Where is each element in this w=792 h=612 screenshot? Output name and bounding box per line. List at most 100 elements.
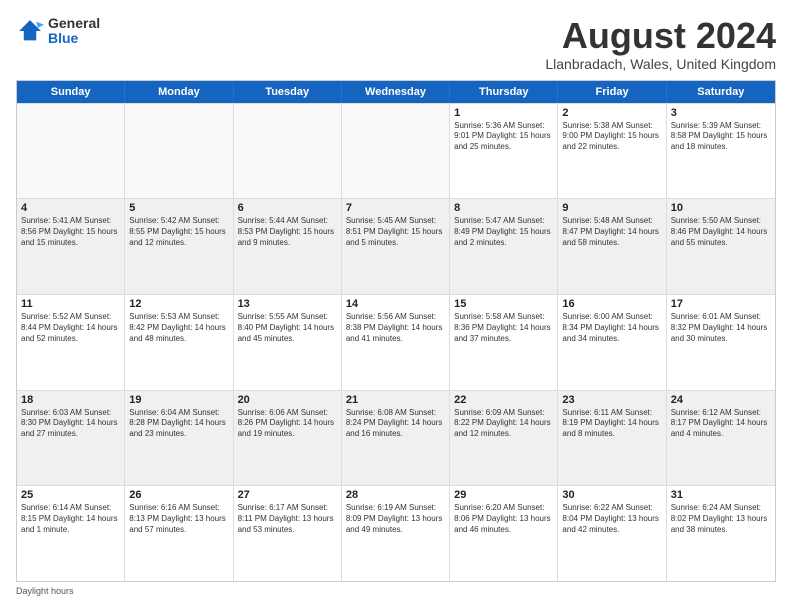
calendar-cell: 13 Sunrise: 5:55 AM Sunset: 8:40 PM Dayli… bbox=[234, 295, 342, 390]
day-number: 28 bbox=[346, 489, 445, 501]
calendar-cell: 5 Sunrise: 5:42 AM Sunset: 8:55 PM Daylig… bbox=[125, 199, 233, 294]
day-number: 12 bbox=[129, 298, 228, 310]
calendar-row: 25 Sunrise: 6:14 AM Sunset: 8:15 PM Dayli… bbox=[17, 485, 775, 581]
calendar-cell: 19 Sunrise: 6:04 AM Sunset: 8:28 PM Dayli… bbox=[125, 391, 233, 486]
calendar-cell: 23Sunrise: 6:11 AM Sunset: 8:19 PM Dayli… bbox=[558, 391, 666, 486]
day-number: 5 bbox=[129, 202, 228, 214]
calendar-cell: 2 Sunrise: 5:38 AM Sunset: 9:00 PM Daylig… bbox=[558, 104, 666, 199]
logo: General Blue bbox=[16, 16, 100, 47]
calendar-cell bbox=[17, 104, 125, 199]
logo-bird-icon bbox=[16, 17, 44, 45]
calendar-cell: 21 Sunrise: 6:08 AM Sunset: 8:24 PM Dayli… bbox=[342, 391, 450, 486]
day-number: 17 bbox=[671, 298, 771, 310]
calendar-cell: 17 Sunrise: 6:01 AM Sunset: 8:32 PM Dayli… bbox=[667, 295, 775, 390]
calendar-cell: 10 Sunrise: 5:50 AM Sunset: 8:46 PM Dayli… bbox=[667, 199, 775, 294]
calendar-cell: 29 Sunrise: 6:20 AM Sunset: 8:06 PM Dayli… bbox=[450, 486, 558, 581]
day-number: 16 bbox=[562, 298, 661, 310]
calendar-body: 1 Sunrise: 5:36 AM Sunset: 9:01 PM Daylig… bbox=[17, 103, 775, 581]
day-info: Sunrise: 6:22 AM Sunset: 8:04 PM Dayligh… bbox=[562, 503, 661, 535]
day-number: 13 bbox=[238, 298, 337, 310]
calendar-cell: 28Sunrise: 6:19 AM Sunset: 8:09 PM Dayli… bbox=[342, 486, 450, 581]
calendar-header-day: Saturday bbox=[667, 81, 775, 103]
day-number: 7 bbox=[346, 202, 445, 214]
calendar-header-day: Friday bbox=[558, 81, 666, 103]
day-number: 9 bbox=[562, 202, 661, 214]
day-info: Sunrise: 6:14 AM Sunset: 8:15 PM Dayligh… bbox=[21, 503, 120, 535]
logo-general: General bbox=[48, 16, 100, 31]
day-number: 25 bbox=[21, 489, 120, 501]
day-info: Sunrise: 5:52 AM Sunset: 8:44 PM Dayligh… bbox=[21, 312, 120, 344]
day-info: Sunrise: 6:04 AM Sunset: 8:28 PM Dayligh… bbox=[129, 408, 228, 440]
calendar-header-day: Sunday bbox=[17, 81, 125, 103]
calendar-cell: 9Sunrise: 5:48 AM Sunset: 8:47 PM Daylig… bbox=[558, 199, 666, 294]
day-number: 21 bbox=[346, 394, 445, 406]
calendar-header: SundayMondayTuesdayWednesdayThursdayFrid… bbox=[17, 81, 775, 103]
calendar-header-day: Monday bbox=[125, 81, 233, 103]
calendar: SundayMondayTuesdayWednesdayThursdayFrid… bbox=[16, 80, 776, 582]
day-info: Sunrise: 5:42 AM Sunset: 8:55 PM Dayligh… bbox=[129, 216, 228, 248]
day-number: 11 bbox=[21, 298, 120, 310]
day-info: Sunrise: 6:09 AM Sunset: 8:22 PM Dayligh… bbox=[454, 408, 553, 440]
day-info: Sunrise: 5:50 AM Sunset: 8:46 PM Dayligh… bbox=[671, 216, 771, 248]
calendar-row: 1 Sunrise: 5:36 AM Sunset: 9:01 PM Daylig… bbox=[17, 103, 775, 199]
day-number: 10 bbox=[671, 202, 771, 214]
day-info: Sunrise: 6:24 AM Sunset: 8:02 PM Dayligh… bbox=[671, 503, 771, 535]
calendar-cell: 16 Sunrise: 6:00 AM Sunset: 8:34 PM Dayli… bbox=[558, 295, 666, 390]
day-info: Sunrise: 5:55 AM Sunset: 8:40 PM Dayligh… bbox=[238, 312, 337, 344]
day-number: 8 bbox=[454, 202, 553, 214]
day-number: 3 bbox=[671, 107, 771, 119]
calendar-cell bbox=[342, 104, 450, 199]
calendar-cell: 6 Sunrise: 5:44 AM Sunset: 8:53 PM Daylig… bbox=[234, 199, 342, 294]
calendar-cell: 26Sunrise: 6:16 AM Sunset: 8:13 PM Dayli… bbox=[125, 486, 233, 581]
day-info: Sunrise: 6:20 AM Sunset: 8:06 PM Dayligh… bbox=[454, 503, 553, 535]
calendar-cell: 8Sunrise: 5:47 AM Sunset: 8:49 PM Daylig… bbox=[450, 199, 558, 294]
day-number: 24 bbox=[671, 394, 771, 406]
day-info: Sunrise: 6:12 AM Sunset: 8:17 PM Dayligh… bbox=[671, 408, 771, 440]
day-number: 4 bbox=[21, 202, 120, 214]
calendar-row: 4Sunrise: 5:41 AM Sunset: 8:56 PM Daylig… bbox=[17, 198, 775, 294]
day-number: 26 bbox=[129, 489, 228, 501]
day-info: Sunrise: 5:56 AM Sunset: 8:38 PM Dayligh… bbox=[346, 312, 445, 344]
day-info: Sunrise: 5:53 AM Sunset: 8:42 PM Dayligh… bbox=[129, 312, 228, 344]
day-number: 14 bbox=[346, 298, 445, 310]
day-number: 6 bbox=[238, 202, 337, 214]
calendar-cell: 1 Sunrise: 5:36 AM Sunset: 9:01 PM Daylig… bbox=[450, 104, 558, 199]
page: General Blue August 2024 Llanbradach, Wa… bbox=[0, 0, 792, 612]
day-number: 29 bbox=[454, 489, 553, 501]
day-info: Sunrise: 6:03 AM Sunset: 8:30 PM Dayligh… bbox=[21, 408, 120, 440]
calendar-cell: 22Sunrise: 6:09 AM Sunset: 8:22 PM Dayli… bbox=[450, 391, 558, 486]
day-info: Sunrise: 5:38 AM Sunset: 9:00 PM Dayligh… bbox=[562, 121, 661, 153]
header: General Blue August 2024 Llanbradach, Wa… bbox=[16, 16, 776, 72]
calendar-cell: 4Sunrise: 5:41 AM Sunset: 8:56 PM Daylig… bbox=[17, 199, 125, 294]
day-number: 31 bbox=[671, 489, 771, 501]
day-info: Sunrise: 6:00 AM Sunset: 8:34 PM Dayligh… bbox=[562, 312, 661, 344]
day-info: Sunrise: 6:17 AM Sunset: 8:11 PM Dayligh… bbox=[238, 503, 337, 535]
day-info: Sunrise: 5:58 AM Sunset: 8:36 PM Dayligh… bbox=[454, 312, 553, 344]
calendar-header-day: Wednesday bbox=[342, 81, 450, 103]
calendar-cell: 12 Sunrise: 5:53 AM Sunset: 8:42 PM Dayli… bbox=[125, 295, 233, 390]
calendar-cell: 20Sunrise: 6:06 AM Sunset: 8:26 PM Dayli… bbox=[234, 391, 342, 486]
calendar-row: 11 Sunrise: 5:52 AM Sunset: 8:44 PM Dayli… bbox=[17, 294, 775, 390]
location: Llanbradach, Wales, United Kingdom bbox=[545, 56, 776, 72]
day-number: 2 bbox=[562, 107, 661, 119]
day-number: 20 bbox=[238, 394, 337, 406]
calendar-row: 18Sunrise: 6:03 AM Sunset: 8:30 PM Dayli… bbox=[17, 390, 775, 486]
day-info: Sunrise: 5:44 AM Sunset: 8:53 PM Dayligh… bbox=[238, 216, 337, 248]
calendar-cell: 11 Sunrise: 5:52 AM Sunset: 8:44 PM Dayli… bbox=[17, 295, 125, 390]
day-info: Sunrise: 6:08 AM Sunset: 8:24 PM Dayligh… bbox=[346, 408, 445, 440]
calendar-cell: 31 Sunrise: 6:24 AM Sunset: 8:02 PM Dayli… bbox=[667, 486, 775, 581]
day-number: 19 bbox=[129, 394, 228, 406]
month-title: August 2024 bbox=[545, 16, 776, 56]
calendar-cell: 7 Sunrise: 5:45 AM Sunset: 8:51 PM Daylig… bbox=[342, 199, 450, 294]
day-info: Sunrise: 6:01 AM Sunset: 8:32 PM Dayligh… bbox=[671, 312, 771, 344]
footer-note: Daylight hours bbox=[16, 586, 776, 596]
day-number: 1 bbox=[454, 107, 553, 119]
calendar-header-day: Tuesday bbox=[234, 81, 342, 103]
logo-blue: Blue bbox=[48, 31, 100, 46]
calendar-cell: 14 Sunrise: 5:56 AM Sunset: 8:38 PM Dayli… bbox=[342, 295, 450, 390]
day-info: Sunrise: 5:36 AM Sunset: 9:01 PM Dayligh… bbox=[454, 121, 553, 153]
day-number: 15 bbox=[454, 298, 553, 310]
day-info: Sunrise: 5:45 AM Sunset: 8:51 PM Dayligh… bbox=[346, 216, 445, 248]
day-number: 30 bbox=[562, 489, 661, 501]
day-info: Sunrise: 5:39 AM Sunset: 8:58 PM Dayligh… bbox=[671, 121, 771, 153]
